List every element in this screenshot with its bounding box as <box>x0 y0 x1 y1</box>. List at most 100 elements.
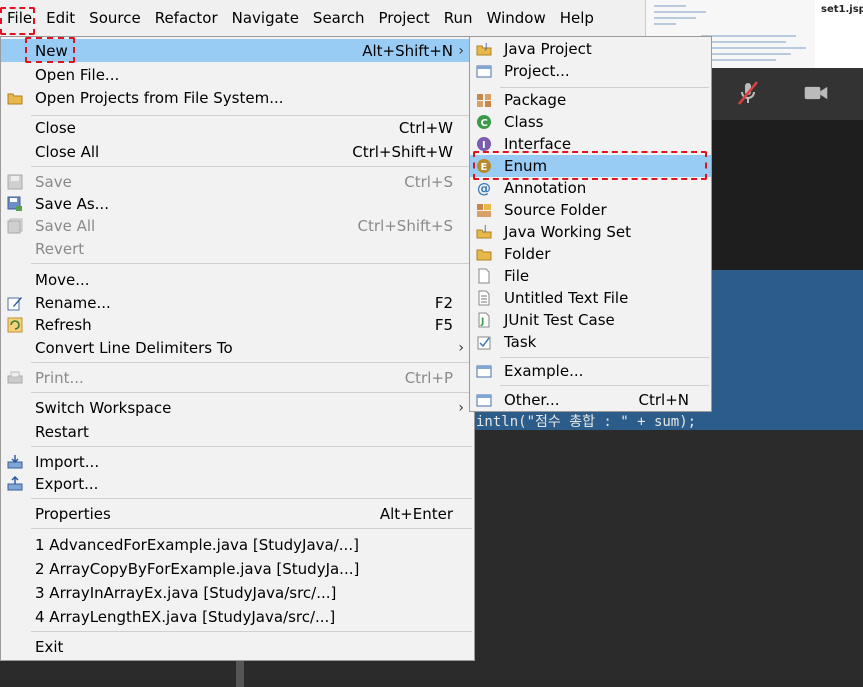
recent-file-item[interactable]: 4 ArrayLengthEX.java [StudyJava/src/...] <box>1 605 474 628</box>
menu-item-restart[interactable]: Restart <box>1 420 474 443</box>
separator <box>31 446 472 447</box>
separator <box>31 498 472 499</box>
annotation-icon: @ <box>477 181 491 196</box>
submenu-item-package[interactable]: Package <box>470 89 711 111</box>
task-icon <box>477 336 491 350</box>
other-icon <box>476 394 492 407</box>
save-all-icon <box>7 218 23 233</box>
thumb-title: set1.jsp <box>821 4 863 15</box>
export-icon <box>7 475 23 490</box>
submenu-item-folder[interactable]: Folder <box>470 243 711 265</box>
menu-source[interactable]: Source <box>82 5 148 31</box>
menu-item-save[interactable]: Save Ctrl+S <box>1 170 474 193</box>
submenu-item-source-folder[interactable]: Source Folder <box>470 199 711 221</box>
submenu-item-annotation[interactable]: @ Annotation <box>470 177 711 199</box>
menu-item-save-all[interactable]: Save All Ctrl+Shift+S <box>1 214 474 237</box>
background-thumb-panel: set1.jsp <box>815 0 863 68</box>
menu-item-close[interactable]: Close Ctrl+W <box>1 116 474 139</box>
menu-help[interactable]: Help <box>553 5 601 31</box>
separator <box>31 362 472 363</box>
menu-window[interactable]: Window <box>480 5 553 31</box>
recent-file-item[interactable]: 2 ArrayCopyByForExample.java [StudyJa...… <box>1 557 474 580</box>
submenu-item-java-project[interactable]: J Java Project <box>470 38 711 60</box>
submenu-item-class[interactable]: C Class <box>470 111 711 133</box>
menu-edit[interactable]: Edit <box>39 5 82 31</box>
background-editor-bottom <box>470 430 863 687</box>
separator <box>500 357 709 358</box>
submenu-item-example[interactable]: Example... <box>470 360 711 382</box>
rename-icon <box>7 296 22 310</box>
svg-text:@: @ <box>477 181 491 196</box>
menu-item-open-file[interactable]: Open File... <box>1 63 474 86</box>
submenu-item-other[interactable]: Other... Ctrl+N <box>470 389 711 411</box>
print-icon <box>7 371 23 383</box>
submenu-item-enum[interactable]: E Enum <box>470 155 711 177</box>
svg-text:E: E <box>481 162 488 173</box>
menu-item-save-as[interactable]: Save As... <box>1 192 474 215</box>
menu-item-convert-line-delimiters[interactable]: Convert Line Delimiters To › <box>1 336 474 359</box>
background-scrollbar <box>236 660 244 687</box>
submenu-item-project[interactable]: Project... <box>470 60 711 82</box>
recent-file-item[interactable]: 1 AdvancedForExample.java [StudyJava/...… <box>1 533 474 556</box>
menu-item-revert[interactable]: Revert <box>1 237 474 260</box>
menu-item-rename[interactable]: Rename... F2 <box>1 291 474 314</box>
working-set-icon: J <box>476 224 492 239</box>
separator <box>31 166 472 167</box>
separator <box>31 631 472 632</box>
submenu-item-interface[interactable]: I Interface <box>470 133 711 155</box>
menubar: File Edit Source Refactor Navigate Searc… <box>0 0 645 36</box>
menu-item-properties[interactable]: Properties Alt+Enter <box>1 502 474 525</box>
submenu-item-java-working-set[interactable]: J Java Working Set <box>470 221 711 243</box>
mic-muted-icon[interactable] <box>735 80 761 106</box>
file-menu: New Alt+Shift+N › Open File... Open Proj… <box>0 36 475 661</box>
refresh-icon <box>7 317 23 332</box>
submenu-arrow-icon: › <box>458 339 464 356</box>
example-icon <box>476 365 492 378</box>
separator <box>500 385 709 386</box>
junit-icon: J <box>478 312 490 328</box>
class-icon: C <box>477 115 491 129</box>
separator <box>500 87 709 88</box>
menu-item-close-all[interactable]: Close All Ctrl+Shift+W <box>1 140 474 163</box>
menu-item-exit[interactable]: Exit <box>1 635 474 658</box>
menu-item-print[interactable]: Print... Ctrl+P <box>1 366 474 389</box>
package-icon <box>477 94 491 107</box>
folder-icon <box>476 249 492 261</box>
svg-text:J: J <box>480 317 484 327</box>
background-code-line: intln("점수 총합 : " + sum); <box>476 414 697 430</box>
interface-icon: I <box>477 137 491 151</box>
submenu-item-file[interactable]: File <box>470 265 711 287</box>
menu-item-open-projects[interactable]: Open Projects from File System... <box>1 86 474 109</box>
file-icon <box>478 268 490 284</box>
menu-run[interactable]: Run <box>437 5 480 31</box>
submenu-arrow-icon: › <box>458 399 464 416</box>
submenu-arrow-icon: › <box>458 42 464 59</box>
menu-refactor[interactable]: Refactor <box>148 5 225 31</box>
camera-icon[interactable] <box>803 80 829 106</box>
menu-item-new[interactable]: New Alt+Shift+N › <box>1 39 474 62</box>
submenu-item-task[interactable]: Task <box>470 331 711 353</box>
menu-project[interactable]: Project <box>371 5 436 31</box>
save-icon <box>7 174 23 189</box>
svg-text:J: J <box>483 224 486 233</box>
menu-item-switch-workspace[interactable]: Switch Workspace › <box>1 396 474 419</box>
submenu-item-untitled-text-file[interactable]: Untitled Text File <box>470 287 711 309</box>
svg-text:I: I <box>482 140 486 151</box>
svg-text:C: C <box>481 118 488 129</box>
recent-file-item[interactable]: 3 ArrayInArrayEx.java [StudyJava/src/...… <box>1 581 474 604</box>
menu-file[interactable]: File <box>0 5 39 31</box>
menu-navigate[interactable]: Navigate <box>225 5 306 31</box>
new-submenu: J Java Project Project... Package C Clas… <box>469 36 712 412</box>
menu-item-export[interactable]: Export... <box>1 472 474 495</box>
menu-item-refresh[interactable]: Refresh F5 <box>1 313 474 336</box>
menu-item-import[interactable]: Import... <box>1 450 474 473</box>
svg-text:J: J <box>484 42 487 51</box>
separator <box>31 263 472 264</box>
text-file-icon <box>478 290 490 306</box>
submenu-item-junit-test-case[interactable]: J JUnit Test Case <box>470 309 711 331</box>
menu-item-move[interactable]: Move... <box>1 268 474 291</box>
java-project-icon: J <box>476 42 492 56</box>
menu-search[interactable]: Search <box>306 5 372 31</box>
source-folder-icon <box>477 204 491 217</box>
import-icon <box>7 454 23 468</box>
